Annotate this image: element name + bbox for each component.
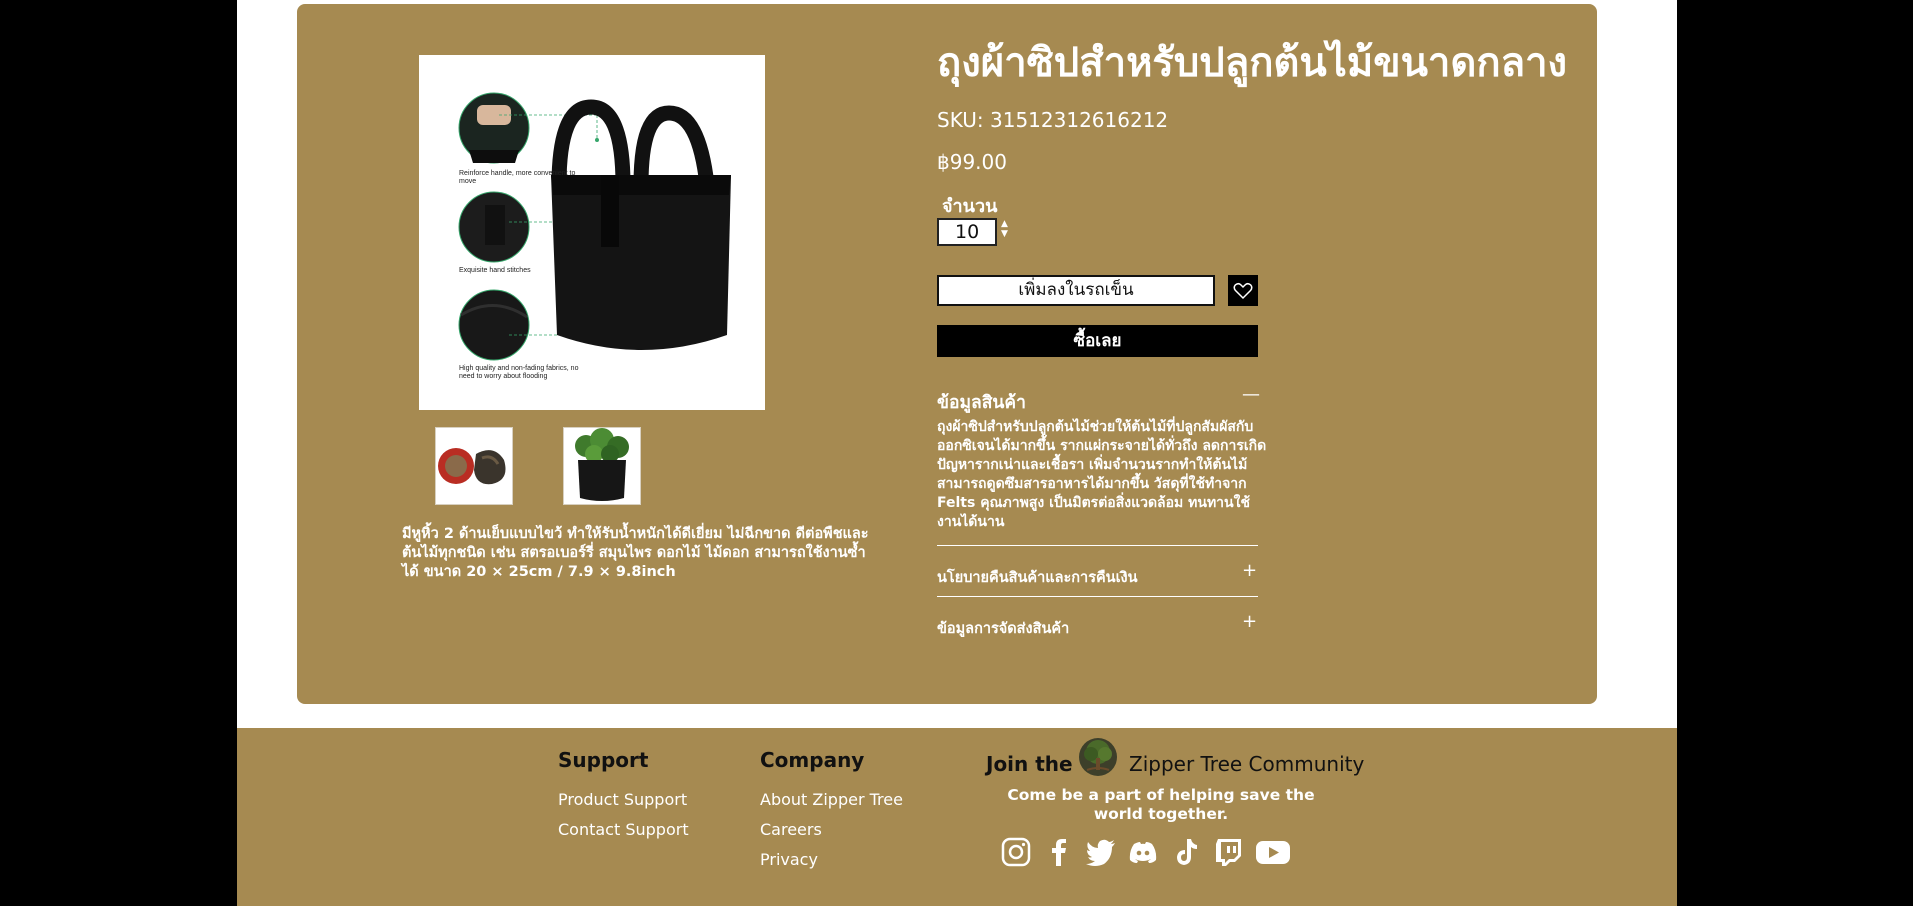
footer-community-text: Zipper Tree Community <box>1129 752 1365 776</box>
product-title: ถุงผ้าซิปสำหรับปลูกต้นไม้ขนาดกลาง <box>937 40 1568 86</box>
add-to-cart-button[interactable]: เพิ่มลงในรถเข็น <box>937 275 1215 306</box>
chevron-down-icon[interactable]: ▼ <box>1001 229 1008 239</box>
wishlist-button[interactable] <box>1228 275 1258 306</box>
buy-now-button[interactable]: ซื้อเลย <box>937 325 1258 357</box>
product-thumbnail-1[interactable] <box>435 427 513 505</box>
footer-link-privacy[interactable]: Privacy <box>760 850 818 869</box>
facebook-icon[interactable] <box>1043 836 1075 868</box>
product-short-description: มีหูหิ้ว 2 ด้านเย็บแบบไขว้ ทำให้รับน้ำหน… <box>402 526 869 580</box>
footer-join-text: Join the <box>986 752 1073 776</box>
tiktok-icon[interactable] <box>1170 836 1202 868</box>
footer-link-careers[interactable]: Careers <box>760 820 822 839</box>
page-content: Reinforce handle, more convenient to mov… <box>237 0 1677 906</box>
youtube-icon[interactable] <box>1255 836 1290 868</box>
accordion-product-info-body: ถุงผ้าซิปสำหรับปลูกต้นไม้ช่วยให้ต้นไม้ที… <box>937 419 1267 530</box>
footer-link-about[interactable]: About Zipper Tree <box>760 790 903 809</box>
accordion-return-policy-title[interactable]: นโยบายคืนสินค้าและการคืนเงิน <box>937 566 1138 589</box>
accordion-shipping-title[interactable]: ข้อมูลการจัดส่งสินค้า <box>937 617 1069 640</box>
site-footer: Support Product Support Contact Support … <box>237 728 1677 906</box>
product-thumbnail-2[interactable] <box>563 427 641 505</box>
product-main-image[interactable]: Reinforce handle, more convenient to mov… <box>419 55 765 410</box>
footer-company-heading: Company <box>760 748 865 772</box>
twitter-icon[interactable] <box>1085 836 1117 868</box>
accordion-product-info-title[interactable]: ข้อมูลสินค้า <box>937 388 1026 416</box>
quantity-label: จำนวน <box>942 196 998 217</box>
footer-tagline: Come be a part of helping save the world… <box>1007 786 1315 823</box>
twitch-icon[interactable] <box>1212 836 1244 868</box>
image-callout-3: High quality and non-fading fabrics, no … <box>459 365 579 380</box>
product-sku: SKU: 31512312616212 <box>937 108 1169 132</box>
accordion-divider-1 <box>937 545 1258 546</box>
footer-support-heading: Support <box>558 748 649 772</box>
zipper-tree-logo <box>1079 738 1117 776</box>
image-callout-1: Reinforce handle, more convenient to mov… <box>459 170 576 185</box>
discord-icon[interactable] <box>1127 836 1159 868</box>
chevron-up-icon[interactable]: ▲ <box>1001 219 1008 229</box>
accordion-divider-2 <box>937 596 1258 597</box>
collapse-icon[interactable]: — <box>1242 384 1260 405</box>
quantity-stepper[interactable]: ▲ ▼ <box>1001 219 1008 239</box>
footer-link-contact-support[interactable]: Contact Support <box>558 820 689 839</box>
expand-icon[interactable]: + <box>1242 611 1257 632</box>
instagram-icon[interactable] <box>1000 836 1032 868</box>
product-price: ฿99.00 <box>937 150 1007 174</box>
quantity-input[interactable]: 10 <box>937 218 997 246</box>
heart-icon <box>1233 282 1253 299</box>
footer-link-product-support[interactable]: Product Support <box>558 790 687 809</box>
product-card: Reinforce handle, more convenient to mov… <box>297 4 1597 704</box>
expand-icon[interactable]: + <box>1242 560 1257 581</box>
image-callout-2: Exquisite hand stitches <box>459 267 531 274</box>
